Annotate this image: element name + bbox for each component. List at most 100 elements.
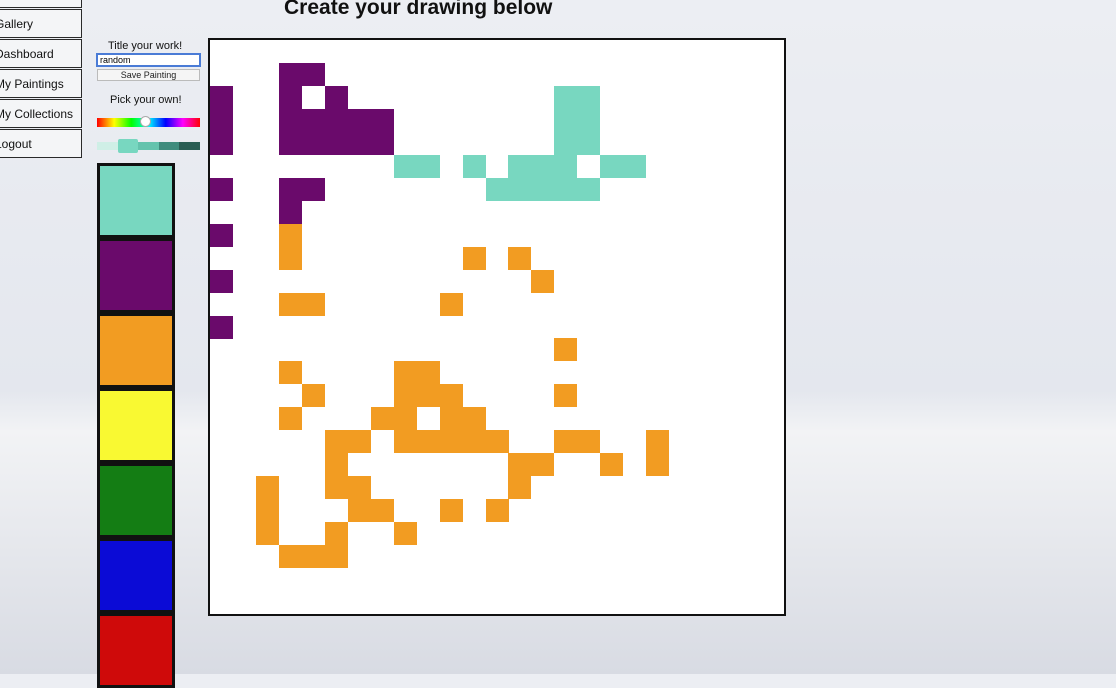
canvas-pixel-orange[interactable]	[393, 361, 417, 385]
shade-option-2[interactable]	[138, 142, 159, 150]
palette-swatch-4[interactable]	[97, 463, 175, 538]
canvas-pixel-orange[interactable]	[370, 407, 394, 431]
canvas-pixel-orange[interactable]	[255, 499, 279, 523]
save-painting-button[interactable]: Save Painting	[97, 69, 200, 81]
nav-item-my-collections[interactable]: My Collections	[0, 99, 82, 128]
canvas-pixel-orange[interactable]	[554, 338, 578, 362]
canvas-pixel-orange[interactable]	[600, 453, 624, 477]
canvas-pixel-orange[interactable]	[508, 476, 532, 500]
canvas-pixel-teal[interactable]	[508, 154, 532, 178]
canvas-pixel-orange[interactable]	[416, 430, 440, 454]
canvas-pixel-orange[interactable]	[531, 269, 555, 293]
canvas-pixel-purple[interactable]	[301, 62, 325, 86]
palette-swatch-6[interactable]	[97, 613, 175, 688]
palette-swatch-2[interactable]	[97, 313, 175, 388]
canvas-pixel-orange[interactable]	[324, 522, 348, 546]
nav-item-top[interactable]	[0, 0, 82, 8]
canvas-pixel-teal[interactable]	[393, 154, 417, 178]
canvas-pixel-teal[interactable]	[485, 177, 509, 201]
palette-swatch-0[interactable]	[97, 163, 175, 238]
nav-item-dashboard[interactable]: Dashboard	[0, 39, 82, 68]
canvas-pixel-purple[interactable]	[370, 108, 394, 132]
nav-item-gallery[interactable]: Gallery	[0, 9, 82, 38]
canvas-pixel-orange[interactable]	[646, 453, 670, 477]
canvas-pixel-orange[interactable]	[485, 430, 509, 454]
canvas-pixel-purple[interactable]	[324, 108, 348, 132]
canvas-pixel-purple[interactable]	[324, 85, 348, 109]
palette-swatch-3[interactable]	[97, 388, 175, 463]
canvas-pixel-purple[interactable]	[278, 177, 302, 201]
canvas-pixel-purple[interactable]	[347, 131, 371, 155]
canvas-pixel-orange[interactable]	[255, 476, 279, 500]
canvas-pixel-orange[interactable]	[393, 407, 417, 431]
canvas-pixel-purple[interactable]	[210, 315, 233, 339]
canvas-pixel-orange[interactable]	[508, 453, 532, 477]
canvas-pixel-orange[interactable]	[393, 430, 417, 454]
canvas-pixel-orange[interactable]	[301, 292, 325, 316]
canvas-pixel-orange[interactable]	[439, 292, 463, 316]
canvas-pixel-teal[interactable]	[554, 177, 578, 201]
title-input[interactable]	[96, 53, 201, 67]
canvas-pixel-purple[interactable]	[278, 85, 302, 109]
canvas-pixel-orange[interactable]	[554, 384, 578, 408]
canvas-pixel-teal[interactable]	[462, 154, 486, 178]
canvas-pixel-orange[interactable]	[508, 246, 532, 270]
canvas-pixel-teal[interactable]	[600, 154, 624, 178]
canvas-pixel-orange[interactable]	[462, 430, 486, 454]
canvas-pixel-orange[interactable]	[554, 430, 578, 454]
canvas-pixel-teal[interactable]	[577, 85, 601, 109]
canvas-pixel-teal[interactable]	[577, 177, 601, 201]
canvas-pixel-orange[interactable]	[485, 499, 509, 523]
canvas-pixel-orange[interactable]	[462, 407, 486, 431]
canvas-pixel-orange[interactable]	[416, 361, 440, 385]
canvas-pixel-orange[interactable]	[393, 522, 417, 546]
canvas-pixel-orange[interactable]	[278, 292, 302, 316]
canvas-pixel-teal[interactable]	[554, 131, 578, 155]
canvas-pixel-teal[interactable]	[508, 177, 532, 201]
canvas-pixel-orange[interactable]	[301, 545, 325, 569]
canvas-pixel-teal[interactable]	[416, 154, 440, 178]
canvas-pixel-purple[interactable]	[210, 108, 233, 132]
canvas-pixel-teal[interactable]	[554, 154, 578, 178]
shade-slider[interactable]	[97, 139, 200, 153]
canvas-pixel-orange[interactable]	[577, 430, 601, 454]
canvas-pixel-purple[interactable]	[278, 200, 302, 224]
nav-item-my-paintings[interactable]: My Paintings	[0, 69, 82, 98]
canvas-pixel-orange[interactable]	[646, 430, 670, 454]
canvas-pixel-orange[interactable]	[439, 407, 463, 431]
shade-option-1[interactable]	[117, 139, 139, 153]
shade-option-0[interactable]	[97, 142, 118, 150]
canvas-pixel-orange[interactable]	[416, 384, 440, 408]
canvas-pixel-teal[interactable]	[577, 131, 601, 155]
nav-item-logout[interactable]: Logout	[0, 129, 82, 158]
canvas-pixel-purple[interactable]	[278, 131, 302, 155]
palette-swatch-1[interactable]	[97, 238, 175, 313]
canvas-pixel-orange[interactable]	[324, 476, 348, 500]
canvas-pixel-orange[interactable]	[255, 522, 279, 546]
drawing-canvas[interactable]	[210, 40, 784, 614]
canvas-pixel-purple[interactable]	[301, 177, 325, 201]
palette-swatch-5[interactable]	[97, 538, 175, 613]
shade-option-3[interactable]	[158, 142, 180, 150]
canvas-pixel-orange[interactable]	[370, 499, 394, 523]
canvas-pixel-purple[interactable]	[301, 131, 325, 155]
canvas-pixel-purple[interactable]	[301, 108, 325, 132]
canvas-pixel-orange[interactable]	[278, 246, 302, 270]
canvas-pixel-purple[interactable]	[278, 62, 302, 86]
canvas-pixel-teal[interactable]	[623, 154, 647, 178]
canvas-pixel-purple[interactable]	[210, 177, 233, 201]
shade-option-4[interactable]	[179, 142, 200, 150]
canvas-pixel-teal[interactable]	[531, 177, 555, 201]
canvas-pixel-orange[interactable]	[531, 453, 555, 477]
canvas-pixel-orange[interactable]	[347, 499, 371, 523]
canvas-pixel-purple[interactable]	[370, 131, 394, 155]
canvas-pixel-purple[interactable]	[210, 131, 233, 155]
canvas-pixel-orange[interactable]	[324, 430, 348, 454]
canvas-pixel-purple[interactable]	[210, 223, 233, 247]
canvas-pixel-purple[interactable]	[347, 108, 371, 132]
canvas-pixel-orange[interactable]	[462, 246, 486, 270]
hue-slider[interactable]	[97, 116, 200, 127]
canvas-pixel-orange[interactable]	[347, 476, 371, 500]
canvas-pixel-purple[interactable]	[210, 85, 233, 109]
canvas-pixel-teal[interactable]	[554, 108, 578, 132]
